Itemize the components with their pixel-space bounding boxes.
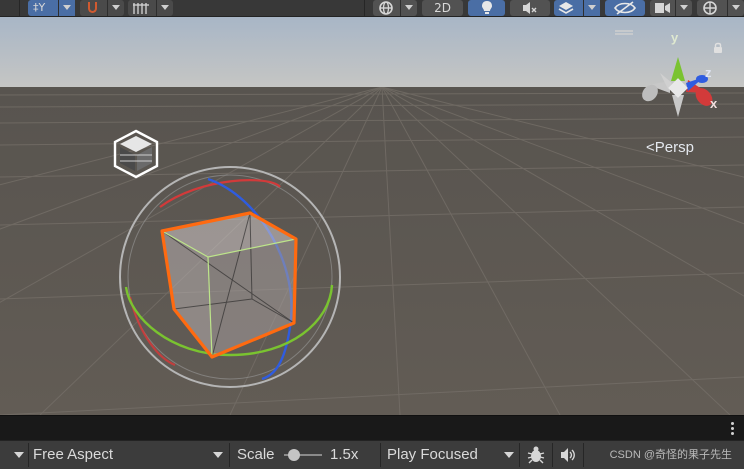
toolbar-separator [380,443,381,467]
play-mode-dropdown-arrow [504,452,514,458]
aspect-value: Free Aspect [33,446,114,463]
snap-dropdown-arrow[interactable] [107,0,124,16]
audio-mute-icon [523,2,537,14]
toggle-2d-button[interactable]: 2D [422,0,463,16]
scene-canvas[interactable] [0,17,744,415]
toolbar-separator [552,443,553,467]
scale-value: 1.5x [330,446,359,463]
camera-dropdown-arrow[interactable] [675,0,692,16]
toolbar-separator [19,0,20,16]
audio-toggle-button[interactable] [510,0,550,16]
snap-toggle-button[interactable] [80,0,124,16]
grid-snap-button[interactable] [128,0,173,16]
scene-viewport[interactable]: y z x <Persp [0,17,744,415]
effects-dropdown-arrow[interactable] [583,0,600,16]
camera-settings-button[interactable] [650,0,692,16]
camera-icon [655,3,670,13]
gizmos-dropdown-arrow[interactable] [727,0,744,16]
sky [0,17,744,89]
draw-mode-dropdown-arrow[interactable] [400,0,417,16]
aspect-dropdown-arrow [213,452,223,458]
toolbar-separator [364,0,365,16]
bug-icon[interactable] [526,445,546,465]
globe-icon [379,1,393,15]
scene-toolbar: ‡Y 2D [0,0,744,17]
gizmos-icon [703,1,717,15]
play-mode-value: Play Focused [387,446,478,463]
speaker-icon[interactable] [558,445,578,465]
watermark-text: CSDN @奇怪的果子先生 [609,449,732,461]
visibility-icon [614,1,636,15]
gizmo-z-label: z [705,65,712,80]
draw-mode-button[interactable] [373,0,417,16]
pivot-dropdown-arrow[interactable] [58,0,75,16]
grid-snap-icon [133,3,149,14]
toolbar-separator [519,443,520,467]
effects-toggle-button[interactable] [554,0,600,16]
game-view-toolbar: Free Aspect Scale 1.5x Play Focused CSDN… [0,440,744,469]
more-options-icon[interactable] [731,422,734,437]
scale-slider-handle[interactable] [287,449,300,461]
grid-snap-dropdown-arrow[interactable] [156,0,173,16]
gizmo-x-label: x [710,96,718,111]
game-view-tab-strip [0,415,744,440]
gizmos-button[interactable] [697,0,744,16]
display-dropdown-arrow[interactable] [14,452,24,458]
toolbar-separator [583,443,584,467]
ground-plane [0,87,744,415]
layers-icon [558,2,574,14]
scene-visibility-button[interactable] [605,0,645,16]
aspect-dropdown[interactable]: Free Aspect [28,441,226,469]
perspective-toggle[interactable]: <Persp [646,139,694,156]
light-icon [482,1,492,14]
lighting-toggle-button[interactable] [468,0,505,16]
gizmo-y-label: y [671,30,679,45]
magnet-icon [88,2,97,13]
play-mode-dropdown[interactable]: Play Focused [382,441,518,469]
pivot-icon: ‡Y [33,1,46,14]
pivot-rotation-button[interactable]: ‡Y [28,0,75,16]
scale-label: Scale [237,446,275,463]
toolbar-separator [229,443,230,467]
